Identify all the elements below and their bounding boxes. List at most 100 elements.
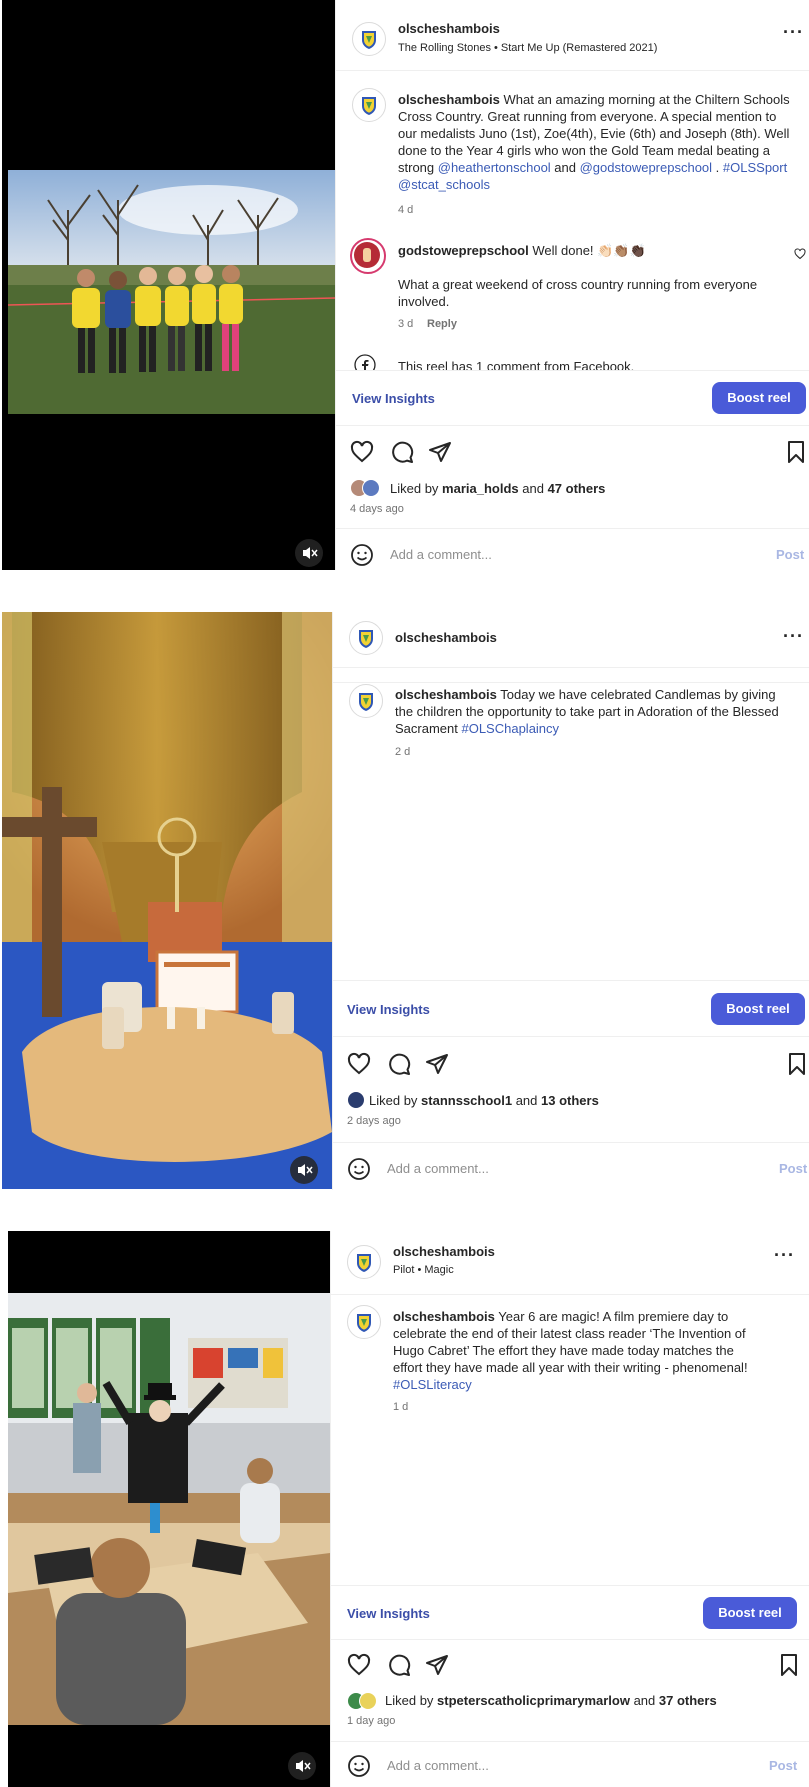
author-username[interactable]: olscheshambois (393, 1244, 495, 1259)
mute-button[interactable] (290, 1156, 318, 1184)
comment-age: 3 d (398, 318, 414, 330)
audio-track[interactable]: Pilot • Magic (393, 1264, 454, 1276)
author-avatar[interactable] (349, 621, 383, 655)
post-comment-button[interactable]: Post (776, 547, 804, 562)
mention-link[interactable]: @godstoweprepschool (580, 160, 712, 175)
bookmark-icon[interactable] (777, 1653, 801, 1677)
post-header: olscheshambois The Rolling Stones • Star… (336, 0, 809, 71)
comment-text-2: What a great weekend of cross country ru… (398, 277, 758, 309)
share-icon[interactable] (428, 440, 452, 464)
boost-reel-button[interactable]: Boost reel (703, 1597, 797, 1629)
boost-reel-button[interactable]: Boost reel (712, 382, 806, 414)
comment-input[interactable]: Add a comment... (387, 1161, 489, 1176)
comment-input[interactable]: Add a comment... (390, 547, 492, 562)
likes-others[interactable]: 13 others (541, 1093, 599, 1108)
hashtag-link[interactable]: #OLSSport (723, 160, 787, 175)
liker-username[interactable]: maria_holds (442, 481, 519, 496)
commenter-username[interactable]: godstoweprepschool (398, 243, 529, 258)
mention-link[interactable]: @stcat_schools (398, 177, 490, 192)
bookmark-icon[interactable] (784, 440, 808, 464)
muted-speaker-icon (303, 547, 318, 559)
boost-reel-button[interactable]: Boost reel (711, 993, 805, 1025)
more-options-icon[interactable]: ··· (774, 1245, 795, 1266)
caption-avatar[interactable] (349, 684, 383, 718)
emoji-icon[interactable] (350, 543, 374, 567)
author-avatar[interactable] (347, 1245, 381, 1279)
share-icon[interactable] (425, 1653, 449, 1677)
caption-age: 4 d (398, 204, 414, 216)
liked-prefix: Liked by (385, 1693, 438, 1708)
school-crest-icon (349, 1247, 379, 1277)
divider (333, 1142, 809, 1143)
mention-link[interactable]: @heathertonschool (438, 160, 551, 175)
reel-video[interactable] (2, 612, 332, 1189)
school-crest-icon (349, 1307, 379, 1337)
liked-and: and (512, 1093, 541, 1108)
audio-track[interactable]: The Rolling Stones • Start Me Up (Remast… (398, 42, 657, 54)
caption-body: . (712, 160, 723, 175)
divider (331, 1639, 809, 1640)
post-detail-panel: olscheshambois The Rolling Stones • Star… (335, 0, 809, 570)
caption-avatar[interactable] (347, 1305, 381, 1339)
share-icon[interactable] (425, 1052, 449, 1076)
hashtag-link[interactable]: #OLSLiteracy (393, 1377, 472, 1392)
emoji-icon[interactable] (347, 1754, 371, 1778)
liked-prefix: Liked by (369, 1093, 422, 1108)
caption-username[interactable]: olscheshambois (398, 92, 500, 107)
bookmark-icon[interactable] (785, 1052, 809, 1076)
author-username[interactable]: olscheshambois (395, 630, 497, 645)
liker-username[interactable]: stpeterscatholicprimarymarlow (437, 1693, 630, 1708)
caption-username[interactable]: olscheshambois (395, 687, 497, 702)
hashtag-link[interactable]: #OLSChaplaincy (461, 721, 559, 736)
comment-body: Well done! 👏🏻👏🏽👏🏿 (532, 243, 646, 258)
reel-video[interactable] (8, 1231, 330, 1787)
likes-summary: Liked by stannsschool1 and 13 others (369, 1093, 599, 1108)
likes-others[interactable]: 37 others (659, 1693, 717, 1708)
post-detail-panel: olscheshambois Pilot • Magic ··· olsches… (330, 1231, 809, 1787)
view-insights-link[interactable]: View Insights (352, 391, 435, 406)
reel-video[interactable] (2, 0, 335, 570)
caption-age: 2 d (395, 746, 411, 758)
comment-icon[interactable] (390, 440, 414, 464)
facebook-note: This reel has 1 comment from Facebook. (350, 350, 790, 370)
mute-button[interactable] (295, 539, 323, 567)
reply-button[interactable]: Reply (427, 318, 457, 330)
more-options-icon[interactable]: ··· (783, 22, 804, 43)
school-crest-icon (351, 686, 381, 716)
reel-photo (2, 612, 332, 1189)
post-age[interactable]: 2 days ago (347, 1115, 401, 1127)
comment-input[interactable]: Add a comment... (387, 1758, 489, 1773)
comment-text: godstoweprepschool Well done! 👏🏻👏🏽👏🏿 (398, 242, 768, 259)
heart-icon[interactable] (794, 248, 806, 260)
heart-icon[interactable] (350, 440, 374, 464)
commenter-avatar[interactable] (350, 238, 386, 274)
divider (331, 1741, 809, 1742)
facebook-note-text: This reel has 1 comment from Facebook. (398, 359, 635, 370)
view-insights-link[interactable]: View Insights (347, 1002, 430, 1017)
author-avatar[interactable] (352, 22, 386, 56)
post-comment-button[interactable]: Post (769, 1758, 797, 1773)
emoji-icon[interactable] (347, 1157, 371, 1181)
comment-icon[interactable] (387, 1653, 411, 1677)
muted-speaker-icon (298, 1164, 313, 1176)
caption-age: 1 d (393, 1401, 409, 1413)
view-insights-link[interactable]: View Insights (347, 1606, 430, 1621)
post-comment-button[interactable]: Post (779, 1161, 807, 1176)
comment-icon[interactable] (387, 1052, 411, 1076)
mute-button[interactable] (288, 1752, 316, 1780)
likes-others[interactable]: 47 others (548, 481, 606, 496)
more-options-icon[interactable]: ··· (783, 626, 804, 647)
heart-icon[interactable] (347, 1052, 371, 1076)
post-1: olscheshambois The Rolling Stones • Star… (0, 0, 809, 570)
divider (333, 667, 809, 668)
liker-username[interactable]: stannsschool1 (421, 1093, 512, 1108)
post-age[interactable]: 1 day ago (347, 1715, 395, 1727)
heart-icon[interactable] (347, 1653, 371, 1677)
caption-username[interactable]: olscheshambois (393, 1309, 495, 1324)
liked-and: and (629, 1693, 659, 1708)
post-age[interactable]: 4 days ago (350, 503, 404, 515)
liker-avatars (350, 479, 386, 497)
caption-text: olscheshambois What an amazing morning a… (398, 91, 793, 193)
caption-avatar[interactable] (352, 88, 386, 122)
author-username[interactable]: olscheshambois (398, 21, 500, 36)
